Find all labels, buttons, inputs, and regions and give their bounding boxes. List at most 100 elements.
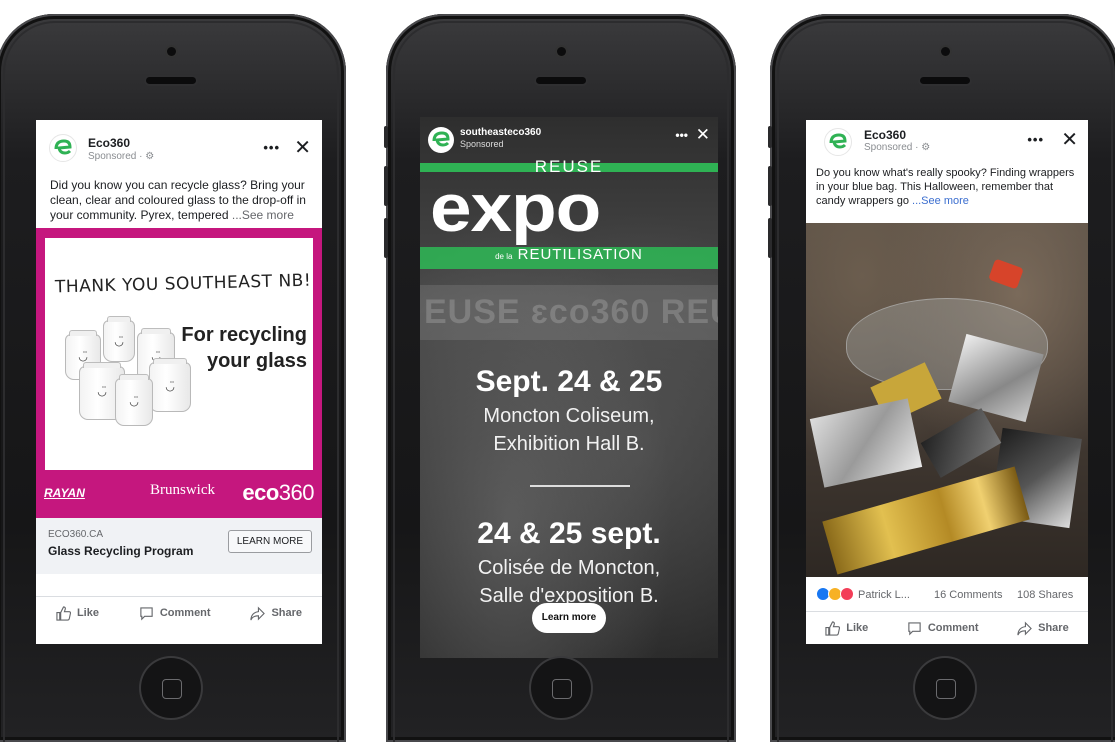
story-account-name[interactable]: southeasteco360 bbox=[460, 127, 541, 138]
share-label: Share bbox=[1038, 622, 1069, 634]
silver-wrapper bbox=[809, 398, 923, 488]
comment-label: Comment bbox=[927, 622, 979, 634]
home-button[interactable] bbox=[141, 658, 201, 718]
post-header: Eco360 Sponsored · ⚙ ••• ✕ bbox=[806, 120, 1088, 166]
venue-french-line-1: Colisée de Moncton, bbox=[477, 557, 661, 579]
thumbs-up-icon bbox=[56, 605, 71, 621]
share-label: Share bbox=[271, 607, 303, 619]
reactions-summary[interactable]: Patrick L... 16 Comments 108 Shares bbox=[806, 584, 1088, 606]
comment-count[interactable]: 16 Comments bbox=[934, 589, 1002, 601]
tagline-line-1: For recycling bbox=[181, 324, 307, 346]
gold-candy-bar-wrapper bbox=[822, 466, 1030, 575]
like-button[interactable]: Like bbox=[825, 620, 869, 636]
like-button[interactable]: Like bbox=[56, 605, 99, 621]
eco360-logo: eco360 bbox=[242, 480, 314, 506]
thank-you-headline: THANK YOU SOUTHEAST NB! bbox=[54, 270, 312, 298]
comment-icon bbox=[908, 621, 921, 635]
share-count[interactable]: 108 Shares bbox=[1017, 589, 1073, 601]
home-button[interactable] bbox=[531, 658, 591, 718]
candy-wrappers-photo[interactable] bbox=[806, 223, 1088, 577]
story-account-avatar[interactable] bbox=[428, 127, 454, 153]
venue-english-line-1: Moncton Coliseum, bbox=[483, 405, 655, 427]
reutilisation-title: de la REUTILISATION bbox=[420, 246, 718, 263]
rayan-logo: RAYAN bbox=[44, 486, 85, 500]
comment-button[interactable]: Comment bbox=[139, 606, 211, 621]
brunswick-logo: Brunswick bbox=[150, 482, 215, 498]
venue-english-line-2: Exhibition Hall B. bbox=[493, 433, 645, 455]
close-icon[interactable]: ✕ bbox=[294, 135, 311, 160]
instagram-story-ad[interactable]: EUSE ɛco360 REUTI southeasteco360 Sponso… bbox=[420, 117, 718, 658]
tagline: For recycling your glass bbox=[181, 322, 307, 374]
eco360-avatar[interactable] bbox=[49, 134, 77, 162]
facebook-ad-screen: Eco360 Sponsored · ⚙ ••• ✕ Did you know … bbox=[36, 120, 322, 644]
earpiece-speaker bbox=[920, 77, 970, 84]
mute-switch bbox=[384, 126, 388, 148]
share-button[interactable]: Share bbox=[250, 606, 302, 621]
sponsored-label: Sponsored · ⚙ bbox=[864, 142, 931, 153]
phone-frame-center: EUSE ɛco360 REUTI southeasteco360 Sponso… bbox=[384, 14, 736, 742]
comment-button[interactable]: Comment bbox=[907, 621, 979, 636]
post-actions: Like Comment Share bbox=[36, 596, 322, 629]
learn-more-button[interactable]: LEARN MORE bbox=[227, 530, 312, 553]
link-domain: ECO360.CA bbox=[48, 529, 104, 540]
comment-icon bbox=[140, 606, 153, 620]
share-button[interactable]: Share bbox=[1017, 621, 1069, 636]
reaction-names[interactable]: Patrick L... bbox=[858, 589, 910, 601]
sponsored-label: Sponsored · ⚙ bbox=[88, 151, 155, 162]
reutilisation-word: REUTILISATION bbox=[517, 246, 643, 263]
earpiece-speaker bbox=[146, 77, 196, 84]
front-camera bbox=[941, 47, 950, 56]
like-label: Like bbox=[846, 622, 869, 634]
see-more-link[interactable]: ...See more bbox=[912, 195, 969, 207]
phone-frame-left: Eco360 Sponsored · ⚙ ••• ✕ Did you know … bbox=[0, 14, 346, 742]
see-more-link[interactable]: ...See more bbox=[232, 208, 294, 222]
thumbs-up-icon bbox=[825, 620, 841, 636]
eco360-logo-number: 360 bbox=[278, 480, 315, 505]
glass-jar: ◡̈ bbox=[115, 374, 153, 426]
comment-label: Comment bbox=[159, 607, 211, 619]
reutilisation-prefix: de la bbox=[495, 252, 513, 261]
expo-wordmark-text: expo bbox=[430, 170, 601, 246]
volume-down-button bbox=[768, 218, 772, 258]
story-close-icon[interactable]: ✕ bbox=[696, 125, 710, 145]
home-button[interactable] bbox=[915, 658, 975, 718]
share-icon bbox=[1017, 621, 1032, 635]
love-reaction-icon bbox=[840, 587, 854, 601]
post-text: Did you know you can recycle glass? Brin… bbox=[36, 178, 322, 229]
post-header: Eco360 Sponsored · ⚙ ••• ✕ bbox=[36, 120, 322, 178]
eco360-avatar[interactable] bbox=[824, 128, 852, 156]
close-icon[interactable]: ✕ bbox=[1061, 127, 1078, 152]
page-name[interactable]: Eco360 bbox=[864, 128, 906, 142]
ad-creative-image[interactable]: THANK YOU SOUTHEAST NB! ◡̈ ◡̈ ◡̈ ◡̈ ◡̈ ◡… bbox=[36, 228, 322, 518]
post-actions: Like Comment Share bbox=[806, 611, 1088, 644]
creative-white-panel: THANK YOU SOUTHEAST NB! ◡̈ ◡̈ ◡̈ ◡̈ ◡̈ ◡… bbox=[45, 238, 313, 470]
volume-down-button bbox=[384, 218, 388, 258]
tagline-line-2: your glass bbox=[206, 350, 307, 372]
more-options-icon[interactable]: ••• bbox=[1027, 132, 1044, 147]
link-preview[interactable]: ECO360.CA Glass Recycling Program LEARN … bbox=[36, 518, 322, 574]
page-name[interactable]: Eco360 bbox=[88, 136, 130, 150]
volume-up-button bbox=[768, 166, 772, 206]
like-label: Like bbox=[76, 607, 99, 619]
eco360-logo-word: eco bbox=[242, 480, 279, 505]
volume-up-button bbox=[384, 166, 388, 206]
earpiece-speaker bbox=[536, 77, 586, 84]
story-sponsored-label: Sponsored bbox=[460, 139, 504, 149]
more-options-icon[interactable]: ••• bbox=[263, 140, 280, 155]
share-icon bbox=[250, 606, 266, 620]
red-wrapper bbox=[988, 258, 1024, 290]
phone-frame-right: Eco360 Sponsored · ⚙ ••• ✕ Do you know w… bbox=[768, 14, 1115, 742]
front-camera bbox=[167, 47, 176, 56]
story-more-icon[interactable]: ••• bbox=[675, 128, 688, 142]
date-french: 24 & 25 sept. bbox=[477, 517, 661, 550]
front-camera bbox=[557, 47, 566, 56]
black-wrapper bbox=[920, 408, 1002, 478]
glass-jar: ◡̈ bbox=[103, 316, 135, 362]
expo-wordmark: expo bbox=[430, 173, 601, 243]
post-text: Do you know what's really spooky? Findin… bbox=[806, 166, 1088, 208]
date-english: Sept. 24 & 25 bbox=[475, 365, 663, 398]
learn-more-button[interactable]: Learn more bbox=[532, 603, 606, 633]
facebook-halloween-post: Eco360 Sponsored · ⚙ ••• ✕ Do you know w… bbox=[806, 120, 1088, 644]
mute-switch bbox=[768, 126, 772, 148]
sponsor-logos: RAYAN Brunswick eco360 bbox=[36, 472, 322, 518]
